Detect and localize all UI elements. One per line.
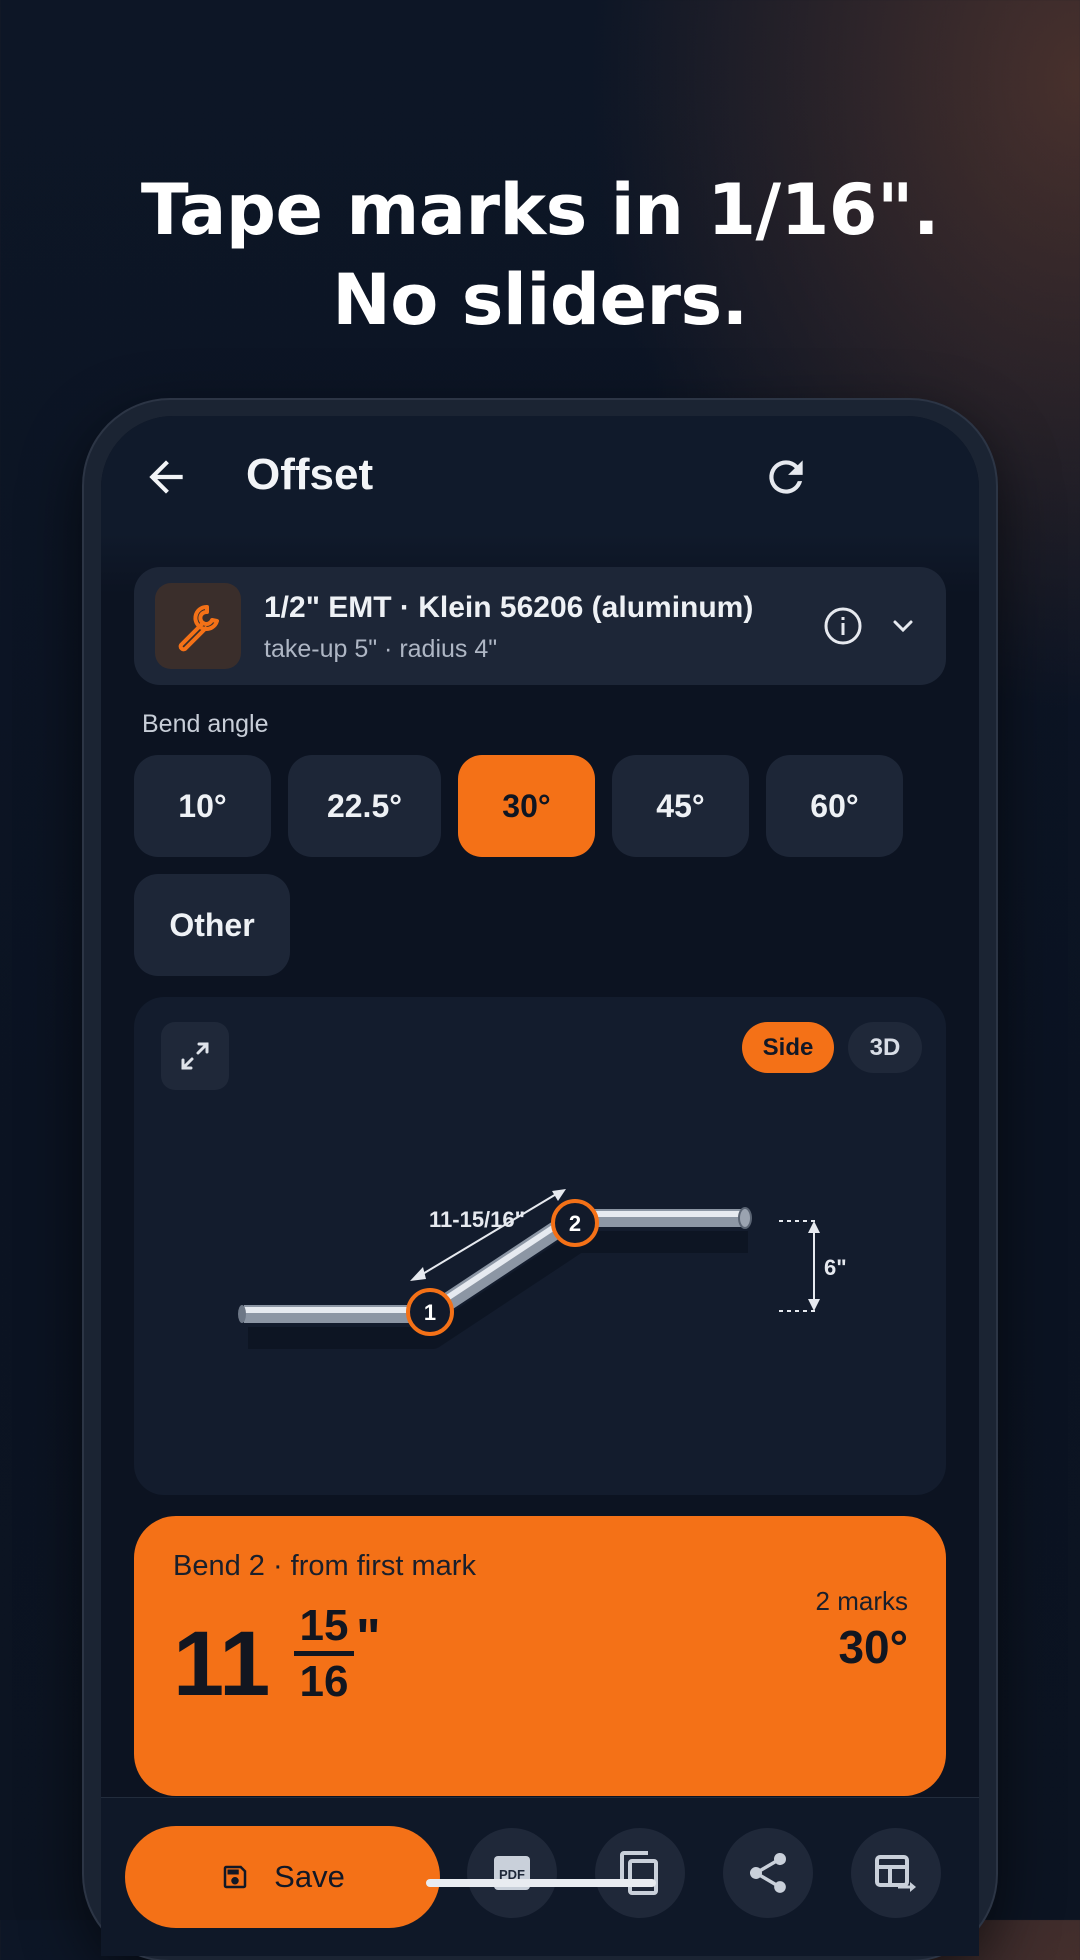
view-side-toggle[interactable]: Side xyxy=(742,1022,834,1073)
copy-button[interactable] xyxy=(595,1828,685,1918)
refresh-icon xyxy=(769,460,803,494)
table-export-icon xyxy=(875,1855,916,1892)
share-icon xyxy=(749,1852,787,1893)
angle-chip-30[interactable]: 30° xyxy=(458,755,595,857)
result-fraction: 15 16 xyxy=(294,1604,354,1704)
length-label: 11-15/16" xyxy=(429,1207,525,1232)
save-icon xyxy=(223,1865,247,1889)
bend-mark-2-label: 2 xyxy=(569,1211,581,1236)
view-3d-toggle[interactable]: 3D xyxy=(848,1022,922,1073)
home-indicator[interactable] xyxy=(426,1879,656,1887)
chevron-down-icon xyxy=(893,620,913,633)
save-label: Save xyxy=(274,1859,345,1894)
offset-label: 6" xyxy=(824,1255,847,1280)
pdf-icon: PDF xyxy=(494,1856,530,1890)
result-card: Bend 2 · from first mark 11 15 16 " 2 ma… xyxy=(134,1516,946,1796)
result-label: Bend 2 · from first mark xyxy=(173,1550,476,1582)
wrench-icon xyxy=(178,605,219,652)
fraction-numerator: 15 xyxy=(299,1601,349,1650)
share-button[interactable] xyxy=(723,1828,813,1918)
tool-selector[interactable]: 1/2" EMT · Klein 56206 (aluminum) take-u… xyxy=(134,567,946,685)
back-button[interactable] xyxy=(141,452,191,502)
result-whole-inches: 11 xyxy=(173,1613,271,1715)
arrow-left-icon xyxy=(149,460,183,494)
app-screen: Offset 1/2" EMT · Klein 56206 (aluminum)… xyxy=(101,416,979,1956)
tool-icon-tile xyxy=(155,583,241,669)
reset-button[interactable] xyxy=(761,452,811,502)
export-pdf-button[interactable]: PDF xyxy=(467,1828,557,1918)
tool-name: 1/2" EMT · Klein 56206 (aluminum) xyxy=(264,591,754,624)
inch-symbol: " xyxy=(356,1609,381,1667)
headline-line-1: Tape marks in 1/16". xyxy=(140,169,940,251)
angle-chip-other[interactable]: Other xyxy=(134,874,290,976)
bottom-action-bar: Save PDF xyxy=(101,1797,979,1956)
tool-specs: take-up 5" · radius 4" xyxy=(264,635,498,663)
angle-chip-10[interactable]: 10° xyxy=(134,755,271,857)
expand-tool-button[interactable] xyxy=(886,609,920,643)
save-button[interactable]: Save xyxy=(125,1826,440,1928)
info-icon xyxy=(824,607,862,645)
headline-line-2: No sliders. xyxy=(332,259,748,341)
bend-angle-label: Bend angle xyxy=(142,710,269,738)
headline: Tape marks in 1/16". No sliders. xyxy=(0,165,1080,345)
result-angle: 30° xyxy=(838,1621,908,1673)
page-title: Offset xyxy=(246,450,374,499)
angle-chip-22-5[interactable]: 22.5° xyxy=(288,755,441,857)
marks-count: 2 marks xyxy=(815,1586,908,1616)
bend-preview: 11-15/16" 6" 1 2 Side 3D xyxy=(134,997,946,1495)
angle-chip-45[interactable]: 45° xyxy=(612,755,749,857)
bend-mark-1-label: 1 xyxy=(424,1300,436,1325)
pipe-diagram: 11-15/16" 6" 1 2 xyxy=(238,1189,847,1349)
expand-icon xyxy=(181,1042,209,1070)
fullscreen-button[interactable] xyxy=(161,1022,229,1090)
info-button[interactable] xyxy=(822,605,864,647)
app-bar: Offset xyxy=(101,416,979,534)
phone-frame: Offset 1/2" EMT · Klein 56206 (aluminum)… xyxy=(84,400,996,1960)
export-table-button[interactable] xyxy=(851,1828,941,1918)
fraction-bar xyxy=(294,1651,354,1656)
angle-chip-60[interactable]: 60° xyxy=(766,755,903,857)
copy-icon xyxy=(620,1851,658,1895)
fraction-denominator: 16 xyxy=(299,1657,349,1706)
